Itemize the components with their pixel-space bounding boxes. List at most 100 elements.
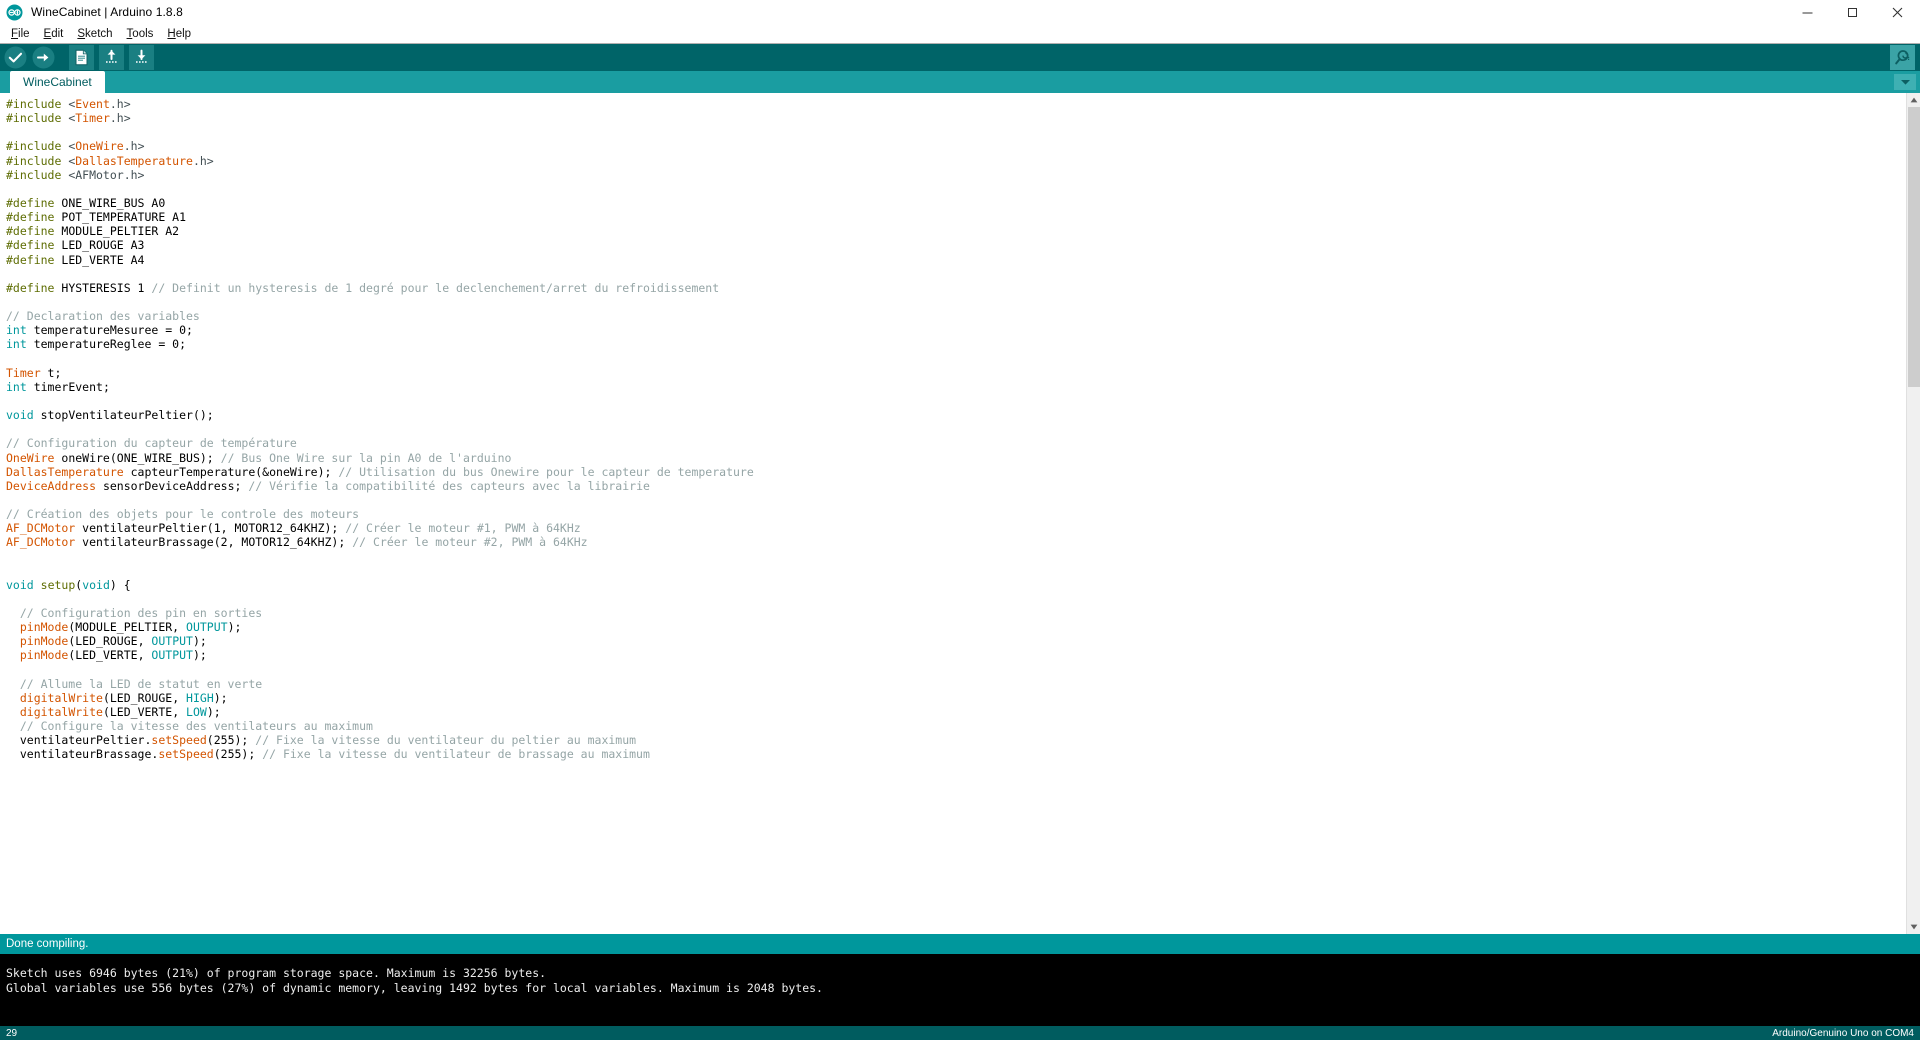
editor-vertical-scrollbar[interactable] [1906,93,1920,934]
menu-item-sketch[interactable]: Sketch [70,26,119,42]
toolbar [0,44,1920,71]
code-line: #define LED_ROUGE A3 [6,238,1906,252]
upload-button[interactable] [31,45,56,70]
code-token: MODULE_PELTIER A2 [61,224,180,239]
code-token: digitalWrite [19,705,103,720]
code-token: Event [75,97,110,111]
arrow-right-upload-icon [32,46,55,69]
code-token: DallasTemperature [6,464,124,479]
console-output[interactable]: Sketch uses 6946 bytes (21%) of program … [0,954,1920,1026]
code-text[interactable]: #include <Event.h> #include <Timer.h> #in… [0,93,1906,934]
code-token: void [6,408,34,423]
code-token: ); [192,648,207,663]
tab-winecabinet[interactable]: WineCabinet [10,71,105,93]
code-line: #define HYSTERESIS 1 // Definit un hyste… [6,281,1906,295]
code-token: ONE_WIRE_BUS A0 [61,195,166,210]
open-sketch-icon [106,49,117,63]
code-line: pinMode(MODULE_PELTIER, OUTPUT); [6,620,1906,634]
save-sketch-icon [136,49,147,63]
code-token: #define [6,252,62,267]
code-token: // Vérifie la compatibilité des capteurs… [248,478,650,493]
menu-bar: File Edit Sketch Tools Help [0,24,1920,44]
code-token: .h> [192,153,214,168]
verify-button[interactable] [3,45,28,70]
line-number-indicator: 29 [6,1027,18,1039]
code-token: setup [40,577,76,592]
menu-rest: ile [18,27,30,40]
code-editor[interactable]: #include <Event.h> #include <Timer.h> #in… [0,93,1920,934]
code-line: // Création des objets pour le controle … [6,507,1906,521]
window-controls [1785,0,1920,24]
menu-item-file[interactable]: File [4,26,37,42]
close-icon[interactable] [1875,0,1920,24]
code-token: #include [6,167,69,182]
code-token: #include [6,153,69,168]
scroll-down-icon[interactable] [1907,920,1920,934]
code-token: temperatureReglee = 0; [26,337,187,352]
code-token: AF_DCMotor [6,521,76,536]
code-token: // Créer le moteur #1, PWM à 64KHz [345,521,581,536]
code-token: Timer [6,365,41,380]
code-line: digitalWrite(LED_VERTE, LOW); [6,705,1906,719]
code-token: #include [6,111,69,126]
menu-rest: dit [51,27,64,40]
scrollbar-thumb[interactable] [1908,107,1920,387]
code-token: // Utilisation du bus Onewire pour le ca… [338,464,754,479]
code-token: OUTPUT [151,648,193,663]
scroll-up-icon[interactable] [1907,93,1920,107]
serial-monitor-button[interactable] [1890,45,1915,70]
menu-item-help[interactable]: Help [160,26,198,42]
code-line: #include <Event.h> [6,97,1906,111]
maximize-icon[interactable] [1830,0,1875,24]
code-token: HYSTERESIS 1 [61,280,152,295]
tab-menu-button[interactable] [1894,74,1916,90]
code-line: #include <OneWire.h> [6,139,1906,153]
code-line: int temperatureMesuree = 0; [6,323,1906,337]
code-token: #define [6,238,62,253]
code-token: OUTPUT [186,620,228,635]
menu-item-edit[interactable]: Edit [37,26,71,42]
save-sketch-button[interactable] [129,45,154,70]
code-token: // Créer le moteur #2, PWM à 64KHz [352,535,588,550]
console-line: Global variables use 556 bytes (27%) of … [6,980,823,995]
code-token: stopVentilateurPeltier(); [33,408,214,423]
minimize-icon[interactable] [1785,0,1830,24]
code-token: (LED_VERTE, [102,705,187,720]
menu-item-tools[interactable]: Tools [120,26,161,42]
code-token: t; [40,365,62,380]
code-token: LED_VERTE A4 [61,252,145,267]
code-line: DallasTemperature capteurTemperature(&on… [6,465,1906,479]
code-line: #include <Timer.h> [6,111,1906,125]
menu-rest: elp [175,27,192,40]
code-token: capteurTemperature(&oneWire); [123,464,339,479]
code-line: void setup(void) { [6,578,1906,592]
code-line: digitalWrite(LED_ROUGE, HIGH); [6,691,1906,705]
code-token: AF_DCMotor [6,535,76,550]
open-sketch-button[interactable] [99,45,124,70]
code-token: #define [6,210,62,225]
code-token: pinMode [19,634,69,649]
menu-mnemonic: H [167,27,176,40]
code-line: DeviceAddress sensorDeviceAddress; // Vé… [6,479,1906,493]
menu-rest: ools [132,27,154,40]
code-token: int [6,337,27,352]
code-line: ventilateurPeltier.setSpeed(255); // Fix… [6,733,1906,747]
code-line: #define POT_TEMPERATURE A1 [6,210,1906,224]
check-verify-icon [4,46,27,69]
code-line: AF_DCMotor ventilateurBrassage(2, MOTOR1… [6,535,1906,549]
new-sketch-button[interactable] [69,45,94,70]
code-token: LOW [186,705,207,720]
code-token: ); [227,620,242,635]
code-token: (LED_ROUGE, [68,634,152,649]
code-token: void [6,577,34,592]
arduino-logo-icon [5,3,23,21]
